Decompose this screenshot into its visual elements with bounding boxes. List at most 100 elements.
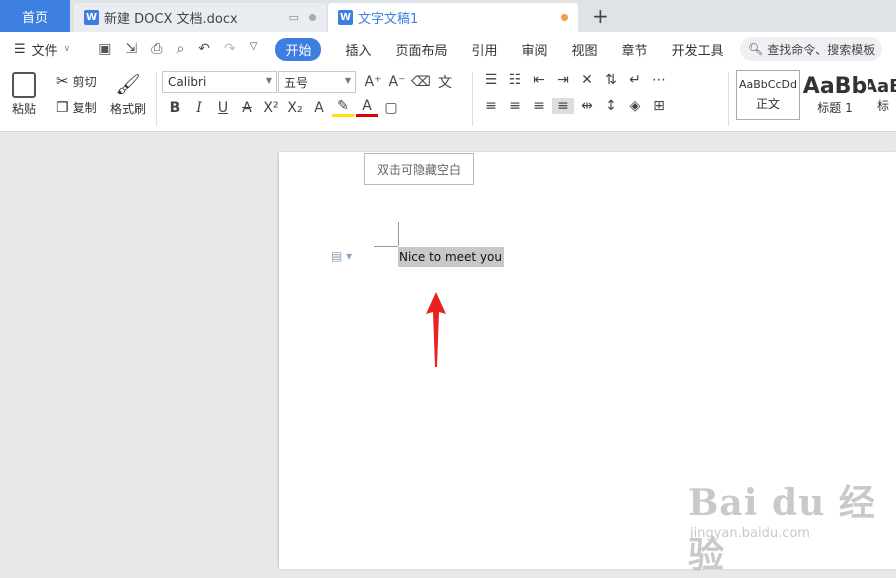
font-color-icon[interactable]: A xyxy=(356,98,378,117)
bold-icon[interactable]: B xyxy=(164,100,186,116)
chevron-down-icon: ▼ xyxy=(265,76,272,85)
increase-indent-icon[interactable]: ⇥ xyxy=(552,72,574,88)
numbering-icon[interactable]: ☷ xyxy=(504,72,526,88)
subscript-icon[interactable]: X₂ xyxy=(284,100,306,116)
menu-references[interactable]: 引用 xyxy=(472,40,498,59)
print-preview-icon[interactable]: ⌕ xyxy=(176,41,184,57)
save-icon[interactable]: ▣ xyxy=(98,41,111,57)
print-icon[interactable]: ⎙ xyxy=(151,41,162,57)
decrease-indent-icon[interactable]: ⇤ xyxy=(528,72,550,88)
tab-new-docx[interactable]: W 新建 DOCX 文档.docx ▭ xyxy=(74,3,326,32)
bullets-icon[interactable]: ☰ xyxy=(480,72,502,88)
margin-marker-vertical xyxy=(398,222,399,246)
align-right-icon[interactable]: ≡ xyxy=(528,98,550,114)
ribbon-toolbar: 粘贴 ✂ 剪切 ❐ 复制 🖌︎ 格式刷 Calibri ▼ 五号 ▼ A⁺ A⁻… xyxy=(0,66,896,132)
borders-icon[interactable]: ⊞ xyxy=(648,98,670,114)
menu-review[interactable]: 审阅 xyxy=(522,40,548,59)
menu-start[interactable]: 开始 xyxy=(275,37,322,61)
paragraph-mark-icon[interactable]: ↵ xyxy=(624,72,646,88)
distribute-icon[interactable]: ⇹ xyxy=(576,98,598,114)
chevron-down-icon: ▼ xyxy=(344,76,351,85)
menu-section[interactable]: 章节 xyxy=(622,40,648,59)
strikethrough-icon[interactable]: A xyxy=(236,100,258,116)
menu-bar: ☰ 文件 ∨ ▣ ⇲ ⎙ ⌕ ↶ ↷ ▽ 开始 插入 页面布局 引用 审阅 视图… xyxy=(0,32,896,66)
menu-insert[interactable]: 插入 xyxy=(345,40,371,59)
style-preview: AaB xyxy=(868,76,896,97)
cut-label: 剪切 xyxy=(72,74,97,89)
clear-format-icon[interactable]: ⌫ xyxy=(410,74,432,90)
command-search[interactable]: 🔍︎ 查找命令、搜索模板 xyxy=(740,37,882,61)
font-family-select[interactable]: Calibri ▼ xyxy=(162,71,277,93)
shrink-font-icon[interactable]: A⁻ xyxy=(386,74,408,90)
tab-document1[interactable]: W 文字文稿1 xyxy=(328,3,578,32)
style-preview: AaBbCcDd xyxy=(739,78,797,91)
separator xyxy=(472,72,473,126)
menu-page-layout[interactable]: 页面布局 xyxy=(395,40,447,59)
chevron-down-icon: ∨ xyxy=(63,44,71,54)
superscript-icon[interactable]: X² xyxy=(260,100,282,116)
copy-label: 复制 xyxy=(72,101,97,115)
format-painter-label: 格式刷 xyxy=(110,102,147,116)
align-left-icon[interactable]: ≡ xyxy=(480,98,502,114)
tab-home[interactable]: 首页 xyxy=(0,0,70,32)
quick-access-toolbar: ▣ ⇲ ⎙ ⌕ ↶ ↷ ▽ xyxy=(98,41,257,57)
clipboard-icon xyxy=(12,72,36,98)
sort-icon[interactable]: ⇅ xyxy=(600,72,622,88)
phonetic-guide-icon[interactable]: 文 xyxy=(434,72,456,92)
style-preview: AaBb xyxy=(802,74,868,99)
selected-text[interactable]: Nice to meet you xyxy=(398,247,504,267)
separator xyxy=(156,72,157,126)
line-spacing-icon[interactable]: ↕ xyxy=(600,98,622,114)
ribbon-tabs: 开始 插入 页面布局 引用 审阅 视图 章节 开发工具 xyxy=(271,37,735,61)
para-tools-row1: ☰ ☷ ⇤ ⇥ ✕ ⇅ ↵ ⋯ xyxy=(480,72,670,88)
new-tab-button[interactable]: + xyxy=(592,4,609,28)
char-border-icon[interactable]: ▢ xyxy=(380,100,402,116)
hide-whitespace-tooltip[interactable]: 双击可隐藏空白 xyxy=(364,153,474,185)
style-heading1[interactable]: AaBb 标题 1 xyxy=(802,70,868,120)
style-name: 正文 xyxy=(755,97,780,111)
copy-button[interactable]: ❐ 复制 xyxy=(56,99,97,116)
brush-icon: 🖌︎ xyxy=(115,72,141,96)
style-heading2[interactable]: AaB 标 xyxy=(868,70,896,120)
style-name: 标题 1 xyxy=(817,101,853,115)
style-normal[interactable]: AaBbCcDd 正文 xyxy=(736,70,800,120)
underline-icon[interactable]: U xyxy=(212,100,234,116)
chinese-layout-icon[interactable]: ✕ xyxy=(576,72,598,88)
tab-label: 新建 DOCX 文档.docx xyxy=(104,12,238,27)
menu-view[interactable]: 视图 xyxy=(572,40,598,59)
hamburger-icon: ☰ xyxy=(14,41,26,57)
italic-icon[interactable]: I xyxy=(188,100,210,116)
grow-font-icon[interactable]: A⁺ xyxy=(362,74,384,90)
redo-icon[interactable]: ↷ xyxy=(224,41,236,57)
copy-icon: ❐ xyxy=(56,99,69,116)
font-tools-row1: A⁺ A⁻ ⌫ 文 xyxy=(362,72,456,92)
export-icon[interactable]: ⇲ xyxy=(126,41,138,57)
margin-marker-horizontal xyxy=(374,246,398,247)
font-size-select[interactable]: 五号 ▼ xyxy=(278,71,356,93)
close-dot-icon[interactable] xyxy=(309,14,316,21)
style-name: 标 xyxy=(876,99,889,113)
menu-developer[interactable]: 开发工具 xyxy=(672,40,724,59)
align-center-icon[interactable]: ≡ xyxy=(504,98,526,114)
justify-icon[interactable]: ≡ xyxy=(552,98,574,114)
paste-button[interactable]: 粘贴 xyxy=(12,72,36,117)
highlight-icon[interactable]: ✎ xyxy=(332,98,354,117)
paragraph-layout-icon[interactable]: ▤ ▾ xyxy=(331,249,352,263)
separator xyxy=(728,72,729,126)
text-effect-icon[interactable]: A xyxy=(308,100,330,116)
format-painter-button[interactable]: 🖌︎ 格式刷 xyxy=(110,72,146,117)
paste-label: 粘贴 xyxy=(12,102,37,116)
file-menu-label: 文件 xyxy=(31,43,58,59)
page-break-icon[interactable]: ⋯ xyxy=(648,72,670,88)
wps-writer-icon: W xyxy=(84,10,99,25)
cut-button[interactable]: ✂ 剪切 xyxy=(56,72,97,90)
undo-icon[interactable]: ↶ xyxy=(198,41,210,57)
tab-label: 文字文稿1 xyxy=(358,12,419,27)
shading-icon[interactable]: ◈ xyxy=(624,98,646,114)
monitor-icon[interactable]: ▭ xyxy=(289,11,299,24)
customize-icon[interactable]: ▽ xyxy=(250,41,258,57)
baidu-watermark-url: jingyan.baidu.com xyxy=(690,526,810,541)
file-menu[interactable]: ☰ 文件 ∨ xyxy=(14,40,70,59)
unsaved-dot-icon[interactable] xyxy=(561,14,568,21)
font-tools-row2: B I U A X² X₂ A ✎ A ▢ xyxy=(164,98,402,117)
